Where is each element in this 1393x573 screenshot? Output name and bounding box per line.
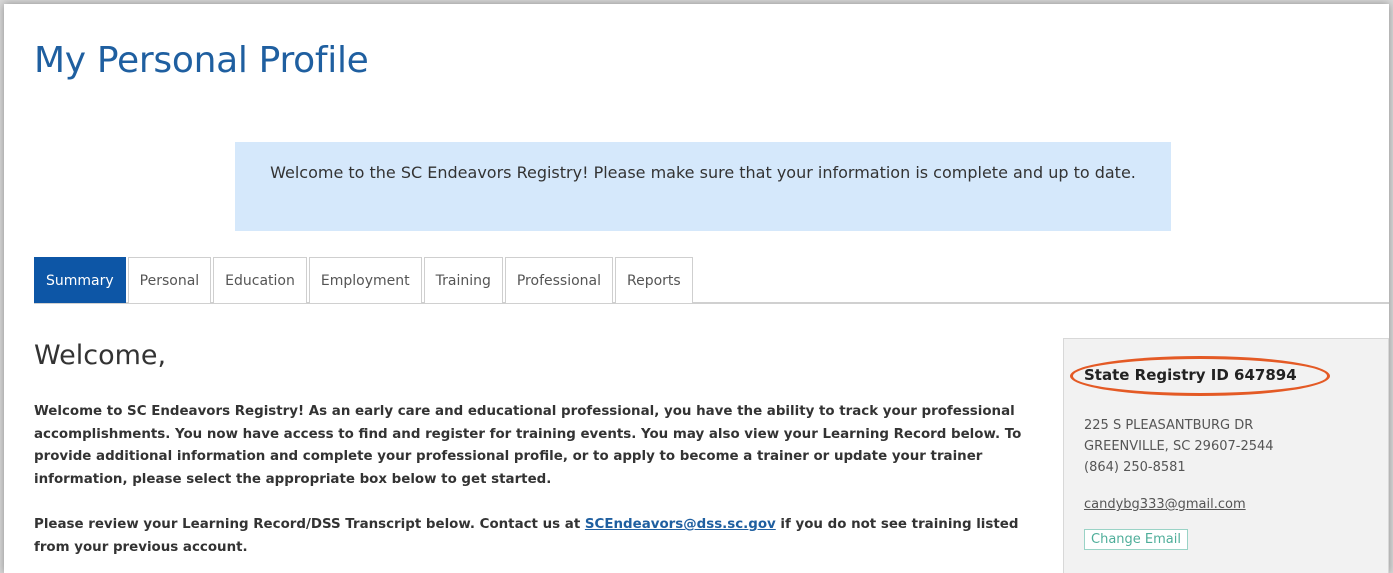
page-title: My Personal Profile <box>34 40 369 81</box>
page-frame: My Personal Profile Welcome to the SC En… <box>4 4 1389 573</box>
tab-employment[interactable]: Employment <box>308 257 422 303</box>
profile-email-link[interactable]: candybg333@gmail.com <box>1084 497 1246 512</box>
contact-email-link[interactable]: SCEndeavors@dss.sc.gov <box>585 517 776 532</box>
welcome-heading: Welcome, <box>34 340 167 371</box>
state-registry-id: State Registry ID 647894 <box>1084 366 1297 384</box>
tab-personal[interactable]: Personal <box>127 257 212 303</box>
tab-summary[interactable]: Summary <box>34 257 126 303</box>
welcome-paragraph: Welcome to SC Endeavors Registry! As an … <box>34 404 1022 487</box>
tab-professional[interactable]: Professional <box>504 257 613 303</box>
transcript-paragraph: Please review your Learning Record/DSS T… <box>34 514 1044 559</box>
profile-tabs: Summary Personal Education Employment Tr… <box>34 257 1389 304</box>
profile-side-panel: State Registry ID 647894 225 S PLEASANTB… <box>1063 338 1389 573</box>
tab-training[interactable]: Training <box>423 257 503 303</box>
contact-address: 225 S PLEASANTBURG DR GREENVILLE, SC 296… <box>1084 415 1274 478</box>
address-line-1: 225 S PLEASANTBURG DR <box>1084 418 1254 433</box>
address-line-2: GREENVILLE, SC 29607-2544 <box>1084 439 1274 454</box>
transcript-text-start: Please review your Learning Record/DSS T… <box>34 517 585 532</box>
change-email-button[interactable]: Change Email <box>1084 529 1188 550</box>
phone-number: (864) 250-8581 <box>1084 460 1186 475</box>
tab-reports[interactable]: Reports <box>615 257 693 303</box>
welcome-alert: Welcome to the SC Endeavors Registry! Pl… <box>235 142 1171 231</box>
tab-education[interactable]: Education <box>213 257 307 303</box>
